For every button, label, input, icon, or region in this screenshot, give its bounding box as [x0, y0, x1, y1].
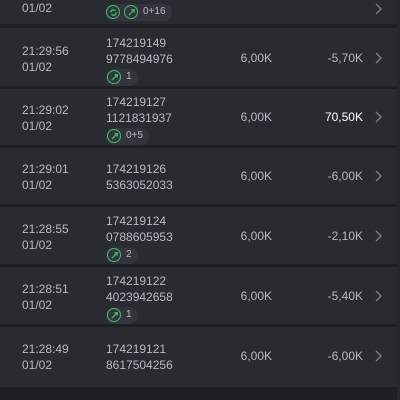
bet-stake: 6,00K: [240, 51, 272, 65]
bet-time: 01/02: [22, 0, 52, 16]
bet-time: 21:29:01 01/02: [22, 161, 69, 193]
bet-badge-count: 2: [126, 249, 132, 260]
bet-stake: 6,00K: [240, 229, 272, 243]
bet-time-value: 21:29:01: [22, 162, 69, 176]
chevron-right-icon[interactable]: [373, 2, 383, 16]
spin-arrows-icon: [124, 5, 138, 19]
ticket-id: 0788605953: [106, 230, 173, 244]
bet-time-value: 21:28:49: [22, 342, 69, 356]
bet-badge: 0+5: [106, 127, 149, 145]
chevron-right-icon[interactable]: [373, 289, 383, 303]
spin-arrows-icon: [107, 308, 121, 322]
refresh-icon: [106, 5, 120, 19]
bet-id: 174219121: [106, 342, 167, 356]
bet-ids: 174219127 1121831937 0+5: [106, 94, 172, 145]
bet-time-value: 21:28:55: [22, 222, 69, 236]
ticket-id: 9778494976: [106, 52, 173, 66]
bet-result: -6,00K: [327, 349, 363, 363]
spin-arrows-icon: [107, 248, 121, 262]
bet-id: 174219127: [106, 95, 167, 109]
bet-result: -2,10K: [327, 229, 363, 243]
ticket-id: 4023942658: [106, 290, 173, 304]
spin-arrows-icon: [107, 129, 121, 143]
bet-row[interactable]: 21:28:55 01/02 174219124 0788605953 2 6,…: [0, 207, 400, 264]
bet-time-value: 21:28:51: [22, 282, 69, 296]
bet-ids: 174219121 8617504256: [106, 341, 173, 373]
bet-stake: 6,00K: [240, 349, 272, 363]
bet-date: 01/02: [22, 60, 53, 74]
bet-result: -5,70K: [327, 51, 363, 65]
bet-badge: 0+16: [106, 3, 172, 21]
bet-badge: 1: [106, 68, 138, 86]
ticket-id: 1121831937: [106, 111, 172, 125]
bet-badge: 2: [106, 246, 138, 264]
bet-badge: 1: [106, 306, 138, 324]
bet-ids: 174219122 4023942658 1: [106, 273, 173, 324]
bet-time: 21:29:56 01/02: [22, 43, 69, 75]
ticket-id: 8617504256: [106, 358, 173, 372]
spin-arrows-icon: [107, 70, 121, 84]
bet-ids: 0+16: [106, 2, 172, 21]
bet-date: 01/02: [22, 178, 53, 192]
bet-time-value: 21:29:56: [22, 44, 69, 58]
bet-time-value: 21:29:02: [22, 103, 69, 117]
bet-date: 01/02: [22, 1, 53, 15]
bet-row[interactable]: 01/02 0+16: [0, 0, 400, 24]
bet-ids: 174219124 0788605953 2: [106, 213, 173, 264]
chevron-right-icon[interactable]: [373, 349, 383, 363]
bet-stake: 6,00K: [240, 110, 272, 124]
bet-id: 174219149: [106, 36, 167, 50]
bet-date: 01/02: [22, 358, 53, 372]
bet-date: 01/02: [22, 238, 53, 252]
bet-row[interactable]: 21:29:02 01/02 174219127 1121831937 0+5 …: [0, 89, 400, 145]
bet-row[interactable]: 21:28:49 01/02 174219121 8617504256 6,00…: [0, 327, 400, 387]
bet-result: -6,00K: [327, 169, 363, 183]
bet-ids: 174219126 5363052033: [106, 161, 173, 193]
bet-time: 21:29:02 01/02: [22, 102, 69, 134]
bet-badge-count: 0+5: [126, 130, 143, 141]
bet-ids: 174219149 9778494976 1: [106, 35, 173, 86]
bet-stake: 6,00K: [240, 169, 272, 183]
chevron-right-icon[interactable]: [373, 229, 383, 243]
bet-id: 174219126: [106, 162, 167, 176]
bet-time: 21:28:51 01/02: [22, 281, 69, 313]
bet-result: 70,50K: [324, 110, 363, 124]
bet-date: 01/02: [22, 119, 53, 133]
bet-result: -5,40K: [327, 289, 363, 303]
bet-badge-count: 1: [126, 309, 132, 320]
bet-row[interactable]: 21:29:01 01/02 174219126 5363052033 6,00…: [0, 148, 400, 204]
bet-time: 21:28:55 01/02: [22, 221, 69, 253]
chevron-right-icon[interactable]: [373, 169, 383, 183]
bet-id: 174219124: [106, 214, 167, 228]
bet-badge-count: 1: [126, 71, 132, 82]
bet-row[interactable]: 21:28:51 01/02 174219122 4023942658 1 6,…: [0, 267, 400, 324]
chevron-right-icon[interactable]: [373, 110, 383, 124]
bet-history-list: 01/02 0+16 21:29:56 01/02 174219149 9778…: [0, 0, 400, 400]
bet-date: 01/02: [22, 298, 53, 312]
ticket-id: 5363052033: [106, 178, 173, 192]
bet-id: 174219122: [106, 274, 167, 288]
bet-stake: 6,00K: [240, 289, 272, 303]
chevron-right-icon[interactable]: [373, 51, 383, 65]
bet-badge-count: 0+16: [143, 6, 166, 17]
bet-row[interactable]: 21:29:56 01/02 174219149 9778494976 1 6,…: [0, 28, 400, 86]
bet-time: 21:28:49 01/02: [22, 341, 69, 373]
